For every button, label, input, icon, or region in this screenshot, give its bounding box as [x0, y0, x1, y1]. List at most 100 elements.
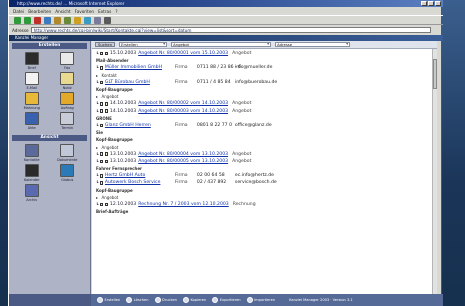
expand-icon[interactable]: ▸	[96, 145, 98, 150]
checkbox[interactable]	[104, 51, 109, 56]
search-button[interactable]: Suchen	[95, 41, 116, 48]
sidebar-item-archiv[interactable]: Archiv	[15, 184, 49, 202]
address-input[interactable]: http://www.rechts.de/cgi-bin/wiki/Start/…	[30, 27, 431, 33]
subcategory-label: Angebot	[101, 94, 119, 100]
list-row: Mail-Absender	[96, 57, 434, 64]
menu-item[interactable]: Ansicht	[55, 9, 70, 14]
sidebar-item-dokumente[interactable]: Dokumente	[51, 144, 85, 162]
checkbox[interactable]	[104, 159, 109, 164]
entry-link[interactable]: Angebot Nr. 80/00001 vom 15.10.2003	[138, 51, 228, 56]
list-row: ┗ Hertz GmbH Auto Firma 02 00 64 58 ec.info@…	[96, 172, 434, 179]
action-kopieren[interactable]: Kopieren	[182, 297, 206, 303]
list-row: ▸ Angebot	[96, 194, 434, 201]
sidebar-item-auftrag[interactable]: Auftrag	[51, 92, 85, 110]
sidebar-item-termin[interactable]: Termin	[51, 112, 85, 130]
contact-name[interactable]: GLT Bürobau GmbH	[105, 80, 175, 85]
close-button[interactable]	[435, 1, 441, 6]
create-select[interactable]: Erstellen	[119, 41, 168, 48]
list-row: Sie	[96, 129, 434, 136]
list-row: Kopf-Baugruppe	[96, 187, 434, 194]
sidebar-item-notiz[interactable]: Notiz	[51, 72, 85, 90]
menu-item[interactable]: ?	[115, 9, 117, 14]
scrollbar-thumb[interactable]	[433, 59, 437, 89]
tree-arrow-icon: ┗	[96, 108, 99, 114]
contact-icon	[99, 123, 104, 128]
list-row: ┗ 12.10.2003 Rechnung Nr. 7 / 2003 vom 12.…	[96, 201, 434, 208]
entry-link[interactable]: Angebot Nr. 80/00002 vom 14.10.2003	[138, 101, 228, 106]
sidebar-item-label: Brief	[27, 66, 36, 70]
expand-icon[interactable]: ▸	[96, 195, 98, 200]
action-erstellen[interactable]: Erstellen	[97, 297, 120, 303]
minimize-button[interactable]	[421, 1, 427, 6]
expand-icon[interactable]: ▸	[96, 73, 98, 78]
refresh-icon[interactable]	[44, 16, 51, 24]
sidebar-item-label: Kontakte	[23, 158, 40, 162]
contact-name[interactable]: Autowerk Bosch Service	[105, 180, 175, 185]
action-exportieren[interactable]: Exportieren	[212, 297, 241, 303]
scrollbar[interactable]	[432, 49, 437, 294]
search-icon[interactable]	[64, 16, 71, 24]
action-drucken[interactable]: Drucken	[154, 297, 177, 303]
sidebar-item-label: Kalender	[23, 178, 40, 182]
contact-name[interactable]: Müller Immobilien GmbH	[105, 65, 175, 70]
sidebar-item-label: Dokumente	[57, 158, 78, 162]
forward-icon[interactable]	[24, 16, 31, 24]
globe-icon	[60, 164, 75, 177]
sidebar-item-kalender[interactable]: Kalender	[15, 164, 49, 182]
expand-icon[interactable]: ▸	[96, 94, 98, 99]
print-icon[interactable]	[104, 16, 111, 24]
sidebar-item-fax[interactable]: Fax	[51, 52, 85, 70]
sidebar-item-e-mail[interactable]: E-Mail	[15, 72, 49, 90]
address-label: Adresse	[12, 27, 29, 33]
sidebar-item-label: Auftrag	[60, 106, 74, 110]
entry-link[interactable]: Angebot Nr. 80/00003 vom 14.10.2003	[138, 109, 228, 114]
history-icon[interactable]	[84, 16, 91, 24]
document-icon	[99, 102, 104, 106]
entry-link[interactable]: Rechnung Nr. 7 / 2003 vom 12.10.2003	[138, 202, 229, 207]
contact-email: ec.info@hertz.de	[234, 173, 274, 179]
entry-link[interactable]: Angebot Nr. 80/00005 vom 13.10.2003	[138, 159, 228, 164]
contact-email: office@glanz.de	[234, 122, 272, 128]
sidebar-item-globus[interactable]: Globus	[51, 164, 85, 182]
checkbox[interactable]	[104, 202, 109, 207]
tree-arrow-icon: ┗	[96, 202, 99, 208]
category-label: Mail-Absender	[96, 58, 129, 64]
entry-date: 13.10.2003	[109, 158, 137, 164]
action-importieren[interactable]: Importieren	[246, 297, 275, 303]
back-icon[interactable]	[14, 16, 21, 24]
mail-icon[interactable]	[94, 16, 101, 24]
filter-bar: Suchen Erstellen Angebot Adresse	[92, 41, 437, 49]
sidebar-item-brief[interactable]: Brief	[15, 52, 49, 70]
list-row: ▸ Angebot	[96, 93, 434, 100]
sidebar-item-mahnung[interactable]: Mahnung	[15, 92, 49, 110]
sidebar-item-label: E-Mail	[26, 86, 38, 90]
sidebar-item-kontakte[interactable]: Kontakte	[15, 144, 49, 162]
entry-type: Angebot	[232, 151, 252, 157]
checkbox[interactable]	[104, 109, 109, 113]
stop-icon[interactable]	[34, 16, 41, 24]
sidebar-item-akte[interactable]: Akte	[15, 112, 49, 130]
entry-type: Rechnung	[232, 202, 256, 208]
home-icon[interactable]	[54, 16, 61, 24]
sidebar-item-label: Notiz	[62, 86, 72, 90]
menu-item[interactable]: Extras	[98, 9, 111, 14]
contact-name[interactable]: Glanz GmbH Herren	[105, 123, 175, 128]
list-row: ▸ Kontakt	[96, 72, 434, 79]
sidebar-footer	[9, 294, 91, 306]
favorites-icon[interactable]	[74, 16, 81, 24]
contact-type: Firma	[174, 122, 188, 128]
menu-item[interactable]: Bearbeiten	[28, 9, 51, 14]
list-row: ┗ GLT Bürobau GmbH Firma 0711 / 4 85 84 info…	[96, 79, 434, 86]
action-label: Erstellen	[104, 298, 121, 302]
maximize-button[interactable]	[428, 1, 434, 6]
address-select[interactable]: Adresse	[275, 41, 351, 48]
entry-link[interactable]: Angebot Nr. 80/00004 vom 13.10.2003	[138, 152, 228, 157]
type-select[interactable]: Angebot	[171, 41, 272, 48]
checkbox[interactable]	[104, 152, 109, 156]
checkbox[interactable]	[104, 102, 109, 106]
action-löschen[interactable]: Löschen	[126, 297, 149, 303]
menu-item[interactable]: Datei	[13, 9, 24, 14]
contact-icon	[99, 66, 104, 70]
contact-name[interactable]: Hertz GmbH Auto	[105, 173, 175, 178]
menu-item[interactable]: Favoriten	[75, 9, 94, 14]
